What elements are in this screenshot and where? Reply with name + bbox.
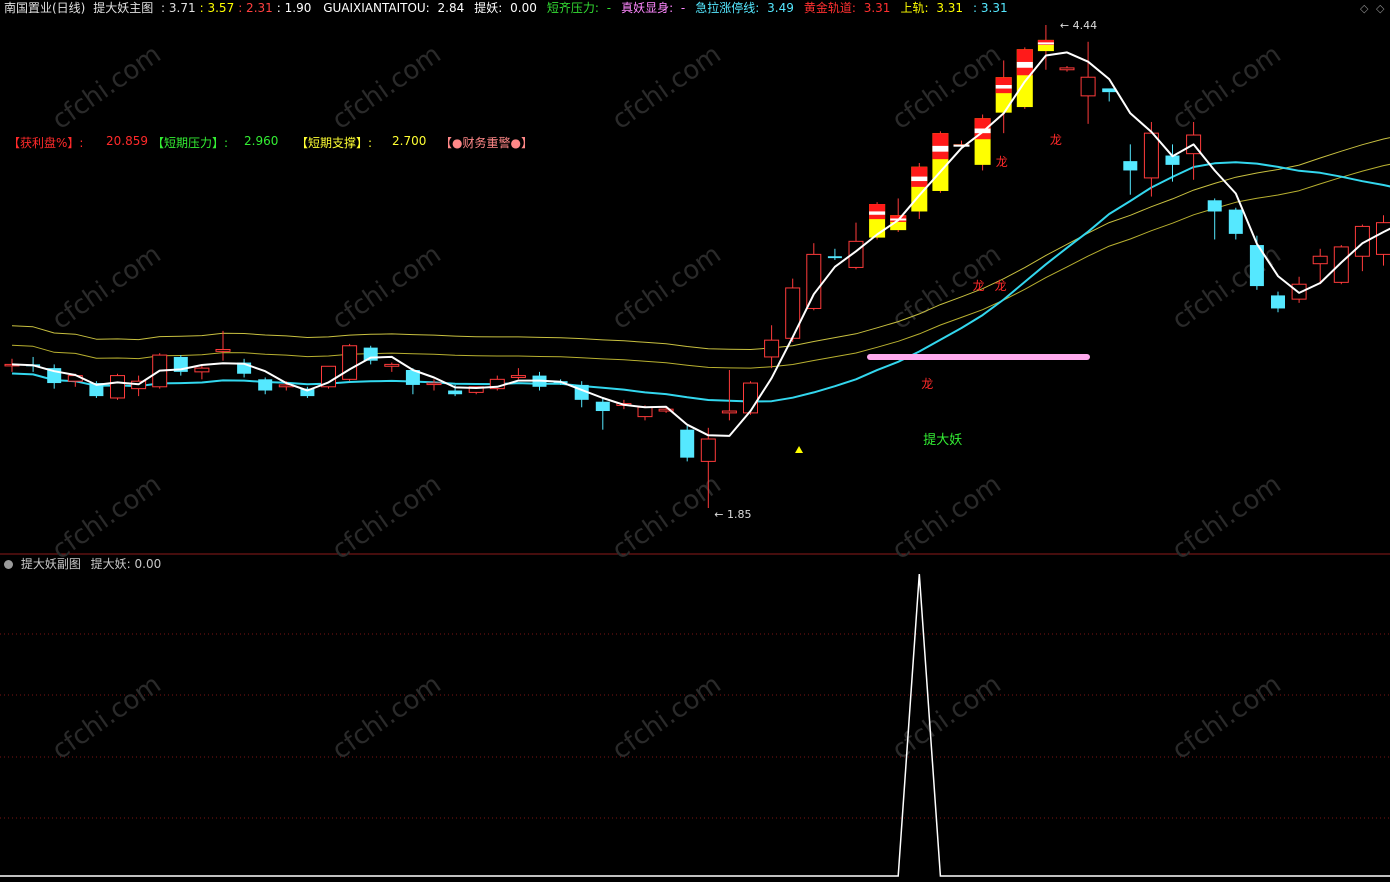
candle-body <box>637 406 653 418</box>
candle-body <box>743 382 758 414</box>
candle-body <box>215 348 231 352</box>
candle-body <box>258 379 273 391</box>
stock-chart-window: 南国置业(日线) 提大妖主图 : 3.71: 3.57: 2.31: 1.90 … <box>0 0 1390 882</box>
candle-body <box>764 339 780 358</box>
candle-body <box>680 429 695 458</box>
watermark-text: cfchi.com <box>1167 39 1287 135</box>
candle-body <box>1059 67 1075 71</box>
high-label: ← 4.44 <box>1060 19 1097 32</box>
highlight-candle-white <box>911 176 928 182</box>
candle-body <box>1271 295 1285 309</box>
watermark-text: cfchi.com <box>47 669 167 765</box>
dragon-label: 龙 <box>996 155 1008 169</box>
candle-body <box>1333 246 1349 283</box>
watermark-text: cfchi.com <box>327 669 447 765</box>
watermark-text: cfchi.com <box>47 469 167 565</box>
highlight-candle-white <box>869 211 886 215</box>
dragon-label: 龙 <box>995 279 1007 293</box>
watermark-text: cfchi.com <box>1167 469 1287 565</box>
watermark-text: cfchi.com <box>607 39 727 135</box>
candle-body <box>595 401 610 412</box>
candle-body <box>448 390 463 395</box>
watermark-text: cfchi.com <box>607 669 727 765</box>
sub-signal-line <box>0 573 1390 877</box>
candle-body <box>1143 132 1159 179</box>
candle-body <box>426 382 442 386</box>
highlight-candle-white <box>932 145 949 152</box>
sub-chart-title[interactable]: 提大妖副图 <box>21 557 81 571</box>
sub-chart-label: 提大妖: <box>90 557 131 571</box>
candle-body <box>1376 222 1390 255</box>
candle-body <box>194 367 210 373</box>
sub-chart-toggle-icon[interactable] <box>4 560 13 569</box>
watermark-text: cfchi.com <box>47 39 167 135</box>
watermark-text: cfchi.com <box>887 669 1007 765</box>
highlight-candle-white <box>995 85 1012 89</box>
candle-body <box>806 253 822 309</box>
candle-body <box>510 375 526 378</box>
candle-body <box>1228 209 1243 234</box>
signal-label: 提大妖 <box>923 432 962 448</box>
dragon-label: 龙 <box>1050 133 1062 147</box>
watermark-text: cfchi.com <box>47 239 167 335</box>
watermark-text: cfchi.com <box>887 469 1007 565</box>
candle-body <box>1102 88 1117 93</box>
candle-body <box>1207 200 1222 212</box>
candle-body <box>700 438 716 462</box>
watermark-text: cfchi.com <box>887 239 1007 335</box>
candle-body <box>342 345 358 380</box>
candle-body <box>721 410 737 414</box>
candle-body <box>1123 161 1138 171</box>
candle-body <box>110 375 125 399</box>
watermark-text: cfchi.com <box>1167 239 1287 335</box>
dragon-label: 龙 <box>973 279 985 293</box>
sub-chart-header: 提大妖副图 提大妖: 0.00 <box>4 556 161 572</box>
watermark-text: cfchi.com <box>1167 669 1287 765</box>
highlight-candle-white <box>1037 42 1054 45</box>
acceleration-line <box>11 161 1390 403</box>
candle-body <box>785 287 801 339</box>
watermark-text: cfchi.com <box>327 239 447 335</box>
watermark-text: cfchi.com <box>607 239 727 335</box>
candle-body <box>384 363 400 367</box>
candle-body <box>1080 76 1096 97</box>
candle-body <box>827 256 842 259</box>
watermark-text: cfchi.com <box>327 469 447 565</box>
dragon-label: 龙 <box>921 377 933 391</box>
watermark-text: cfchi.com <box>327 39 447 135</box>
buy-marker <box>795 446 804 453</box>
low-label: ← 1.85 <box>714 508 751 521</box>
candle-body <box>1312 255 1328 265</box>
price-chart[interactable]: cfchi.com cfchi.com cfchi.com cfchi.com cfch… <box>0 0 1390 882</box>
sub-chart-value: 0.00 <box>134 557 162 571</box>
highlight-candle-white <box>1016 61 1033 68</box>
